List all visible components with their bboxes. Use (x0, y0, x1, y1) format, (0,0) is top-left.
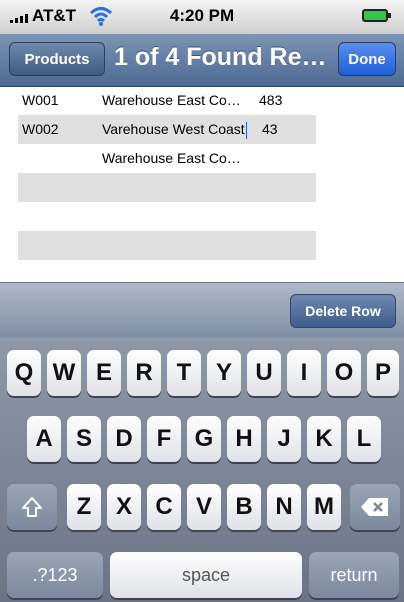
key-m[interactable]: M (307, 484, 341, 530)
warehouse-name-cell[interactable]: Warehouse East Co… (102, 92, 241, 108)
key-z[interactable]: Z (67, 484, 101, 530)
key-q[interactable]: Q (7, 350, 41, 396)
page-title: 1 of 4 Found Re… (114, 43, 327, 71)
key-v[interactable]: V (187, 484, 221, 530)
table-row[interactable]: W002 Varehouse West Coast 43 (18, 115, 316, 144)
delete-row-button[interactable]: Delete Row (290, 294, 396, 328)
warehouse-name-text: Varehouse West Coast (102, 121, 245, 137)
key-c[interactable]: C (147, 484, 181, 530)
key-h[interactable]: H (227, 416, 261, 462)
key-a[interactable]: A (27, 416, 61, 462)
table-row[interactable] (18, 231, 316, 260)
key-r[interactable]: R (127, 350, 161, 396)
record-grid: W001 Warehouse East Co… 483 W002 Varehou… (18, 86, 316, 260)
products-back-button[interactable]: Products (9, 42, 105, 76)
key-t[interactable]: T (167, 350, 201, 396)
keyboard-toolbar: Delete Row (0, 282, 404, 339)
key-j[interactable]: J (267, 416, 301, 462)
table-row[interactable]: Warehouse East Co… (18, 144, 316, 173)
shift-key[interactable] (7, 484, 57, 530)
key-o[interactable]: O (327, 350, 361, 396)
key-g[interactable]: G (187, 416, 221, 462)
warehouse-code-cell[interactable]: W002 (22, 121, 59, 137)
status-time: 4:20 PM (169, 6, 235, 25)
backspace-key[interactable] (350, 484, 400, 530)
table-row[interactable]: W001 Warehouse East Co… 483 (18, 86, 316, 115)
key-u[interactable]: U (247, 350, 281, 396)
status-bar: AT&T 4:20 PM (0, 0, 404, 34)
key-n[interactable]: N (267, 484, 301, 530)
battery-icon (362, 9, 391, 22)
key-p[interactable]: P (367, 350, 399, 396)
key-l[interactable]: L (347, 416, 381, 462)
key-b[interactable]: B (227, 484, 261, 530)
key-w[interactable]: W (47, 350, 81, 396)
key-i[interactable]: I (287, 350, 321, 396)
key-e[interactable]: E (87, 350, 121, 396)
on-screen-keyboard: Q W E R T Y U I O P A S D F G H J K L Z … (0, 338, 404, 602)
key-f[interactable]: F (147, 416, 181, 462)
shift-arrow-icon (22, 497, 42, 517)
table-row[interactable] (18, 202, 316, 231)
done-button[interactable]: Done (338, 42, 396, 76)
space-key[interactable]: space (110, 552, 302, 598)
backspace-icon (361, 498, 388, 516)
return-key[interactable]: return (309, 552, 399, 598)
key-y[interactable]: Y (207, 350, 241, 396)
warehouse-name-cell[interactable]: Warehouse East Co… (102, 150, 241, 166)
numbers-key[interactable]: .?123 (7, 552, 103, 598)
quantity-cell[interactable]: 483 (259, 92, 282, 108)
key-k[interactable]: K (307, 416, 341, 462)
table-row[interactable] (18, 173, 316, 202)
warehouse-name-cell-editing[interactable]: Varehouse West Coast (102, 121, 247, 139)
text-cursor (245, 121, 247, 139)
key-s[interactable]: S (67, 416, 101, 462)
key-d[interactable]: D (107, 416, 141, 462)
quantity-cell[interactable]: 43 (262, 121, 278, 137)
key-x[interactable]: X (107, 484, 141, 530)
navigation-bar: Products 1 of 4 Found Re… Done (0, 34, 404, 87)
warehouse-code-cell[interactable]: W001 (22, 92, 59, 108)
